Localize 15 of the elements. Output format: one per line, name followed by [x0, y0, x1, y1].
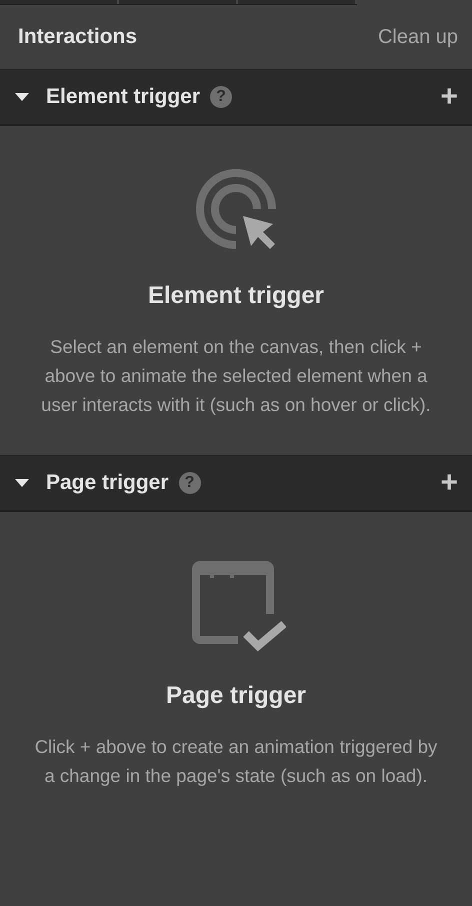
caret-icon[interactable] [14, 478, 30, 488]
clean-up-link[interactable]: Clean up [378, 26, 458, 48]
add-button[interactable]: + [440, 82, 458, 112]
caret-icon[interactable] [14, 92, 30, 102]
empty-state-description: Click + above to create an animation triggered by a change in the page's state (such as on load). [34, 735, 438, 788]
cursor-target-icon [193, 166, 279, 252]
panel-title: Interactions [18, 25, 138, 49]
empty-state-description: Select an element on the canvas, then click + above to animate the selected element when a user interacts with it (such as on hover or click). [40, 335, 432, 417]
section-title: Page trigger [46, 471, 169, 495]
empty-state-title: Page trigger [166, 682, 306, 710]
section-title: Element trigger [46, 85, 200, 109]
help-icon[interactable]: ? [210, 86, 232, 108]
add-button[interactable]: + [440, 468, 458, 498]
help-icon[interactable]: ? [178, 472, 201, 494]
empty-state-title: Element trigger [148, 282, 324, 310]
